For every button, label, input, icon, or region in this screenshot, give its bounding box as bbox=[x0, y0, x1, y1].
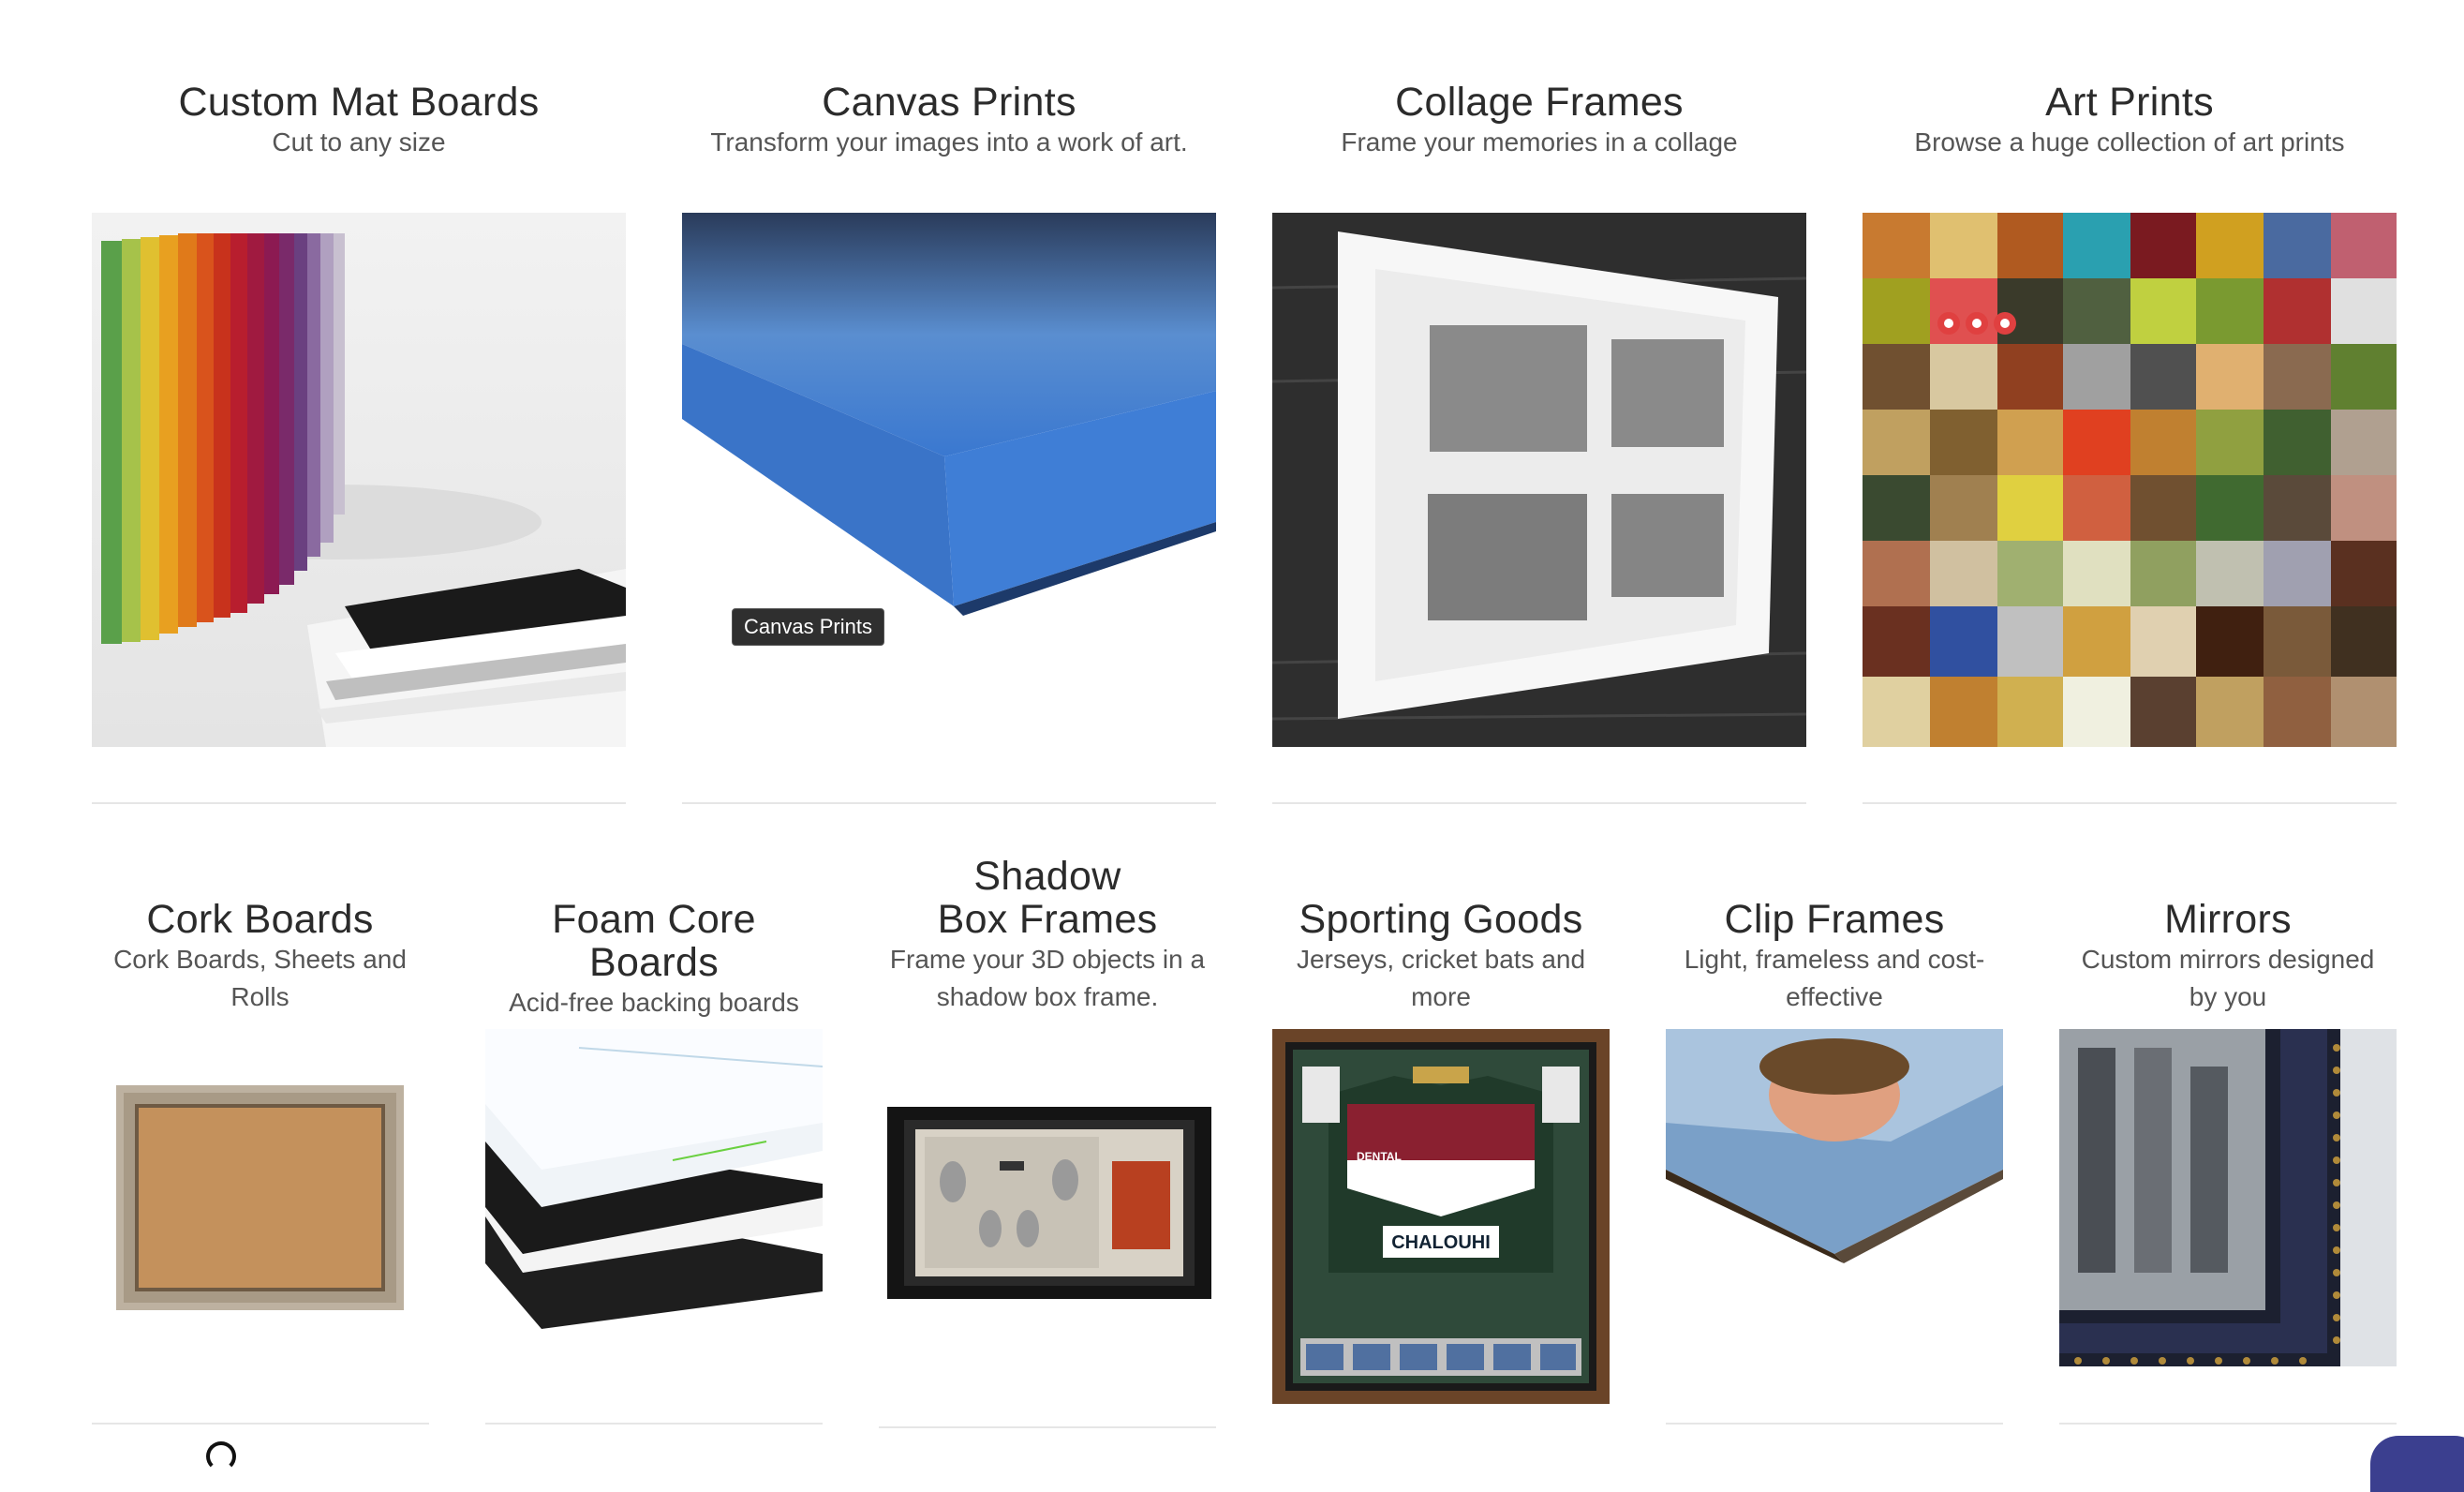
product-card-mirrors[interactable]: Mirrors Custom mirrors designed by you bbox=[2059, 898, 2397, 1016]
custom-mat-boards-image[interactable] bbox=[92, 213, 626, 747]
row-divider bbox=[1272, 802, 1806, 804]
card-subtitle: Light, frameless and cost-effective bbox=[1684, 945, 1985, 1011]
sporting-sponsor-text: DENTAL bbox=[1357, 1150, 1402, 1163]
mirrors-image[interactable] bbox=[2059, 1029, 2397, 1366]
card-subtitle: Custom mirrors designed by you bbox=[2081, 945, 2375, 1011]
row-divider bbox=[1863, 802, 2397, 804]
product-card-foam-core-boards[interactable]: Foam Core Boards Acid-free backing board… bbox=[485, 898, 823, 1022]
row-divider bbox=[879, 1426, 1216, 1428]
product-card-custom-mat-boards[interactable]: Custom Mat Boards Cut to any size bbox=[92, 81, 626, 161]
row-divider bbox=[92, 1423, 429, 1425]
row-divider bbox=[682, 802, 1216, 804]
row-divider bbox=[1666, 1423, 2003, 1425]
sporting-jersey-text: CHALOUHI bbox=[1391, 1232, 1491, 1253]
sporting-goods-image[interactable]: CHALOUHI DENTAL bbox=[1272, 1029, 1610, 1404]
card-title[interactable]: Foam Core Boards bbox=[485, 898, 823, 984]
cork-boards-image[interactable] bbox=[116, 1085, 404, 1310]
product-card-clip-frames[interactable]: Clip Frames Light, frameless and cost-ef… bbox=[1666, 898, 2003, 1016]
card-subtitle: Jerseys, cricket bats and more bbox=[1296, 945, 1586, 1011]
product-card-collage-frames[interactable]: Collage Frames Frame your memories in a … bbox=[1272, 81, 1806, 161]
row-divider bbox=[92, 802, 626, 804]
card-subtitle: Browse a huge collection of art prints bbox=[1914, 127, 2345, 157]
row-divider bbox=[485, 1423, 823, 1425]
product-card-cork-boards[interactable]: Cork Boards Cork Boards, Sheets and Roll… bbox=[103, 898, 417, 1016]
product-card-shadow-box-frames[interactable]: Shadow Box Frames Frame your 3D objects … bbox=[879, 855, 1216, 1016]
card-title[interactable]: Collage Frames bbox=[1272, 81, 1806, 124]
card-subtitle: Frame your 3D objects in a shadow box fr… bbox=[889, 945, 1206, 1011]
card-title[interactable]: Cork Boards bbox=[103, 898, 417, 941]
card-title[interactable]: Sporting Goods bbox=[1272, 898, 1610, 941]
art-prints-image[interactable] bbox=[1863, 213, 2397, 747]
shadow-box-frames-image[interactable] bbox=[887, 1107, 1211, 1299]
card-subtitle: Acid-free backing boards bbox=[509, 988, 799, 1017]
card-title[interactable]: Canvas Prints bbox=[682, 81, 1216, 124]
product-card-sporting-goods[interactable]: Sporting Goods Jerseys, cricket bats and… bbox=[1272, 898, 1610, 1016]
product-card-canvas-prints[interactable]: Canvas Prints Transform your images into… bbox=[682, 81, 1216, 161]
card-title[interactable]: Art Prints bbox=[1863, 81, 2397, 124]
partial-icon bbox=[206, 1441, 236, 1471]
canvas-prints-tooltip: Canvas Prints bbox=[732, 608, 884, 646]
card-title[interactable]: Mirrors bbox=[2059, 898, 2397, 941]
card-title[interactable]: Custom Mat Boards bbox=[92, 81, 626, 124]
card-subtitle: Frame your memories in a collage bbox=[1341, 127, 1738, 157]
collage-frames-image[interactable] bbox=[1272, 213, 1806, 747]
chat-widget-button[interactable] bbox=[2370, 1436, 2464, 1492]
card-subtitle: Transform your images into a work of art… bbox=[710, 127, 1188, 157]
card-subtitle: Cork Boards, Sheets and Rolls bbox=[113, 945, 407, 1011]
canvas-prints-image[interactable] bbox=[682, 213, 1216, 747]
product-card-art-prints[interactable]: Art Prints Browse a huge collection of a… bbox=[1863, 81, 2397, 161]
row-divider bbox=[2059, 1423, 2397, 1425]
clip-frames-image[interactable] bbox=[1666, 1029, 2003, 1273]
card-title[interactable]: Clip Frames bbox=[1666, 898, 2003, 941]
card-title[interactable]: Shadow Box Frames bbox=[879, 855, 1216, 941]
card-subtitle: Cut to any size bbox=[272, 127, 446, 157]
foam-core-boards-image[interactable] bbox=[485, 1029, 823, 1329]
